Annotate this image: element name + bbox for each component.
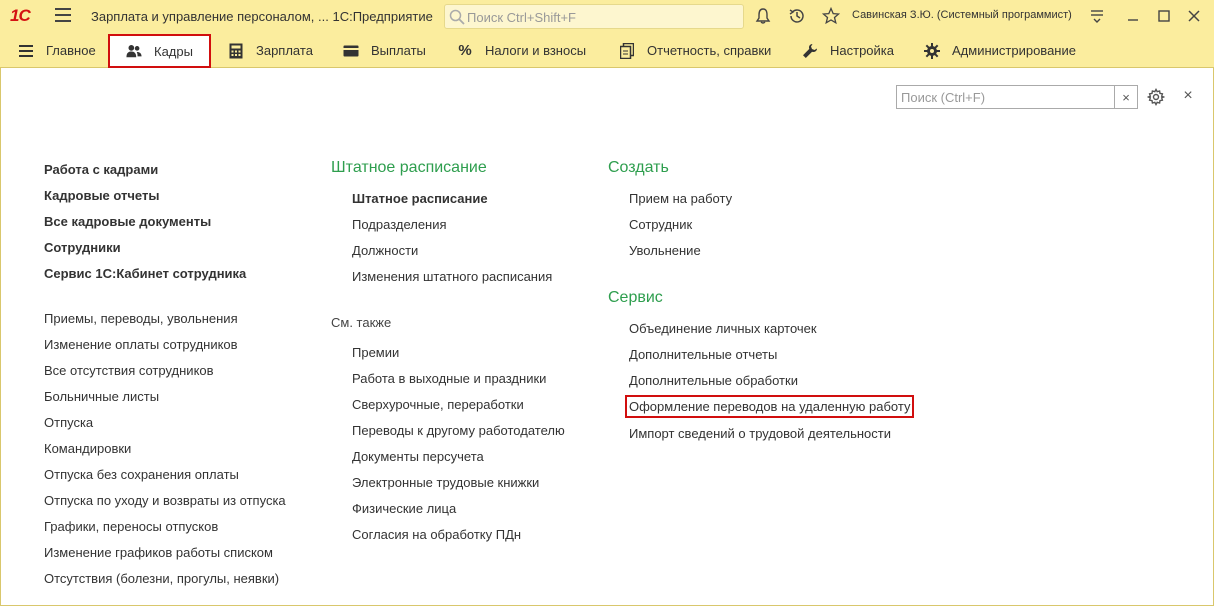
group-heading-shtatnoe: Штатное расписание <box>331 159 487 176</box>
link-soglasiya-pdn[interactable]: Согласия на обработку ПДн <box>352 527 521 542</box>
main-menu-icon[interactable] <box>55 8 71 22</box>
link-kadrovye-otchety[interactable]: Кадровые отчеты <box>44 188 159 203</box>
link-dop-obrabotki[interactable]: Дополнительные обработки <box>629 373 798 388</box>
section-administrirovanie[interactable]: Администрирование <box>924 33 1076 68</box>
settings-gear-icon[interactable] <box>1147 88 1165 106</box>
app-logo[interactable]: 1С <box>10 6 31 26</box>
link-perevody-k-rabotodatelyu[interactable]: Переводы к другому работодателю <box>352 423 565 438</box>
panel-search[interactable]: × <box>896 85 1138 109</box>
maximize-icon[interactable] <box>1155 7 1173 25</box>
section-label: Отчетность, справки <box>647 43 772 58</box>
link-servis-kabinet[interactable]: Сервис 1С:Кабинет сотрудника <box>44 266 246 281</box>
link-uvolnenie[interactable]: Увольнение <box>629 243 701 258</box>
link-obedinenie-kartochek[interactable]: Объединение личных карточек <box>629 321 817 336</box>
link-elektronnye-knizhki[interactable]: Электронные трудовые книжки <box>352 475 539 490</box>
link-otsutstviya[interactable]: Отсутствия (болезни, прогулы, неявки) <box>44 571 279 586</box>
link-fizicheskie-litsa[interactable]: Физические лица <box>352 501 456 516</box>
link-sotrudnik[interactable]: Сотрудник <box>629 217 692 232</box>
see-also-heading: См. также <box>331 315 392 330</box>
close-icon[interactable] <box>1185 7 1203 25</box>
link-dop-otchety[interactable]: Дополнительные отчеты <box>629 347 777 362</box>
section-label: Кадры <box>154 43 193 59</box>
link-izmenenie-oplaty[interactable]: Изменение оплаты сотрудников <box>44 337 238 352</box>
global-search-input[interactable]: Поиск Ctrl+Shift+F <box>444 4 744 29</box>
link-podrazdeleniya[interactable]: Подразделения <box>352 217 447 232</box>
section-nastroika[interactable]: Настройка <box>802 33 894 68</box>
history-icon[interactable] <box>788 7 806 25</box>
link-perevody-na-udalennuyu[interactable]: Оформление переводов на удаленную работу <box>624 395 915 418</box>
section-nalogi[interactable]: % Налоги и взносы <box>457 33 586 68</box>
percent-icon: % <box>458 42 472 59</box>
link-import-svedenii[interactable]: Импорт сведений о трудовой деятельности <box>629 426 891 441</box>
search-icon <box>449 9 465 25</box>
section-vyplaty[interactable]: Выплаты <box>343 33 426 68</box>
global-search-placeholder: Поиск Ctrl+Shift+F <box>467 10 576 25</box>
link-izmeneniya-shtatnogo[interactable]: Изменения штатного расписания <box>352 269 552 284</box>
section-glavnoe[interactable]: Главное <box>18 33 96 68</box>
link-vse-kadrovye-dokumenty[interactable]: Все кадровые документы <box>44 214 211 229</box>
minimize-icon[interactable] <box>1124 7 1142 25</box>
hamburger-icon <box>18 43 34 59</box>
link-sotrudniki[interactable]: Сотрудники <box>44 240 121 255</box>
link-dolzhnosti[interactable]: Должности <box>352 243 418 258</box>
menu-lines-icon[interactable] <box>1088 7 1106 25</box>
link-priemy-perevody[interactable]: Приемы, переводы, увольнения <box>44 311 238 326</box>
link-otpuska-bez-oplaty[interactable]: Отпуска без сохранения оплаты <box>44 467 239 482</box>
panel-search-input[interactable] <box>897 86 1115 108</box>
link-otpuska-po-uhodu[interactable]: Отпуска по уходу и возвраты из отпуска <box>44 493 286 508</box>
star-icon[interactable] <box>822 7 840 25</box>
section-label: Зарплата <box>256 43 313 58</box>
section-label: Выплаты <box>371 43 426 58</box>
group-heading-servis: Сервис <box>608 289 663 306</box>
section-label: Главное <box>46 43 96 58</box>
section-otchetnost[interactable]: Отчетность, справки <box>619 33 771 68</box>
wallet-icon <box>343 43 359 59</box>
user-name[interactable]: Савинская З.Ю. (Системный программист) <box>852 9 1072 21</box>
link-sverhurochnye[interactable]: Сверхурочные, переработки <box>352 397 524 412</box>
group-heading-sozdat: Создать <box>608 159 669 176</box>
calculator-icon <box>228 43 244 59</box>
sections-bar: Главное Кадры Зарплата Выплаты % Налоги … <box>0 33 1214 68</box>
panel-close-icon[interactable]: × <box>1180 88 1196 104</box>
section-zarplata[interactable]: Зарплата <box>228 33 313 68</box>
section-kadry[interactable]: Кадры <box>108 34 211 68</box>
link-izmenenie-grafikov[interactable]: Изменение графиков работы списком <box>44 545 273 560</box>
link-komandirovki[interactable]: Командировки <box>44 441 131 456</box>
title-bar: 1С Зарплата и управление персоналом, ...… <box>0 0 1214 33</box>
link-grafiki-otpuskov[interactable]: Графики, переносы отпусков <box>44 519 218 534</box>
section-label: Настройка <box>830 43 894 58</box>
wrench-icon <box>802 43 818 59</box>
link-otpuska[interactable]: Отпуска <box>44 415 93 430</box>
link-dokumenty-persucheta[interactable]: Документы персучета <box>352 449 484 464</box>
bell-icon[interactable] <box>754 7 772 25</box>
section-label: Налоги и взносы <box>485 43 587 58</box>
link-rabota-s-kadrami[interactable]: Работа с кадрами <box>44 162 158 177</box>
link-vse-otsutstviya[interactable]: Все отсутствия сотрудников <box>44 363 214 378</box>
link-premii[interactable]: Премии <box>352 345 399 360</box>
gear-icon <box>924 42 940 59</box>
clear-search-icon[interactable]: × <box>1115 86 1137 108</box>
documents-icon <box>619 42 635 59</box>
link-rabota-v-vyhodnye[interactable]: Работа в выходные и праздники <box>352 371 546 386</box>
link-priem-na-rabotu[interactable]: Прием на работу <box>629 191 732 206</box>
people-icon <box>126 43 142 59</box>
link-bolnichnye[interactable]: Больничные листы <box>44 389 159 404</box>
link-shtatnoe-raspisanie[interactable]: Штатное расписание <box>352 191 488 206</box>
section-label: Администрирование <box>952 43 1076 58</box>
app-title: Зарплата и управление персоналом, ... 1С… <box>91 9 433 24</box>
